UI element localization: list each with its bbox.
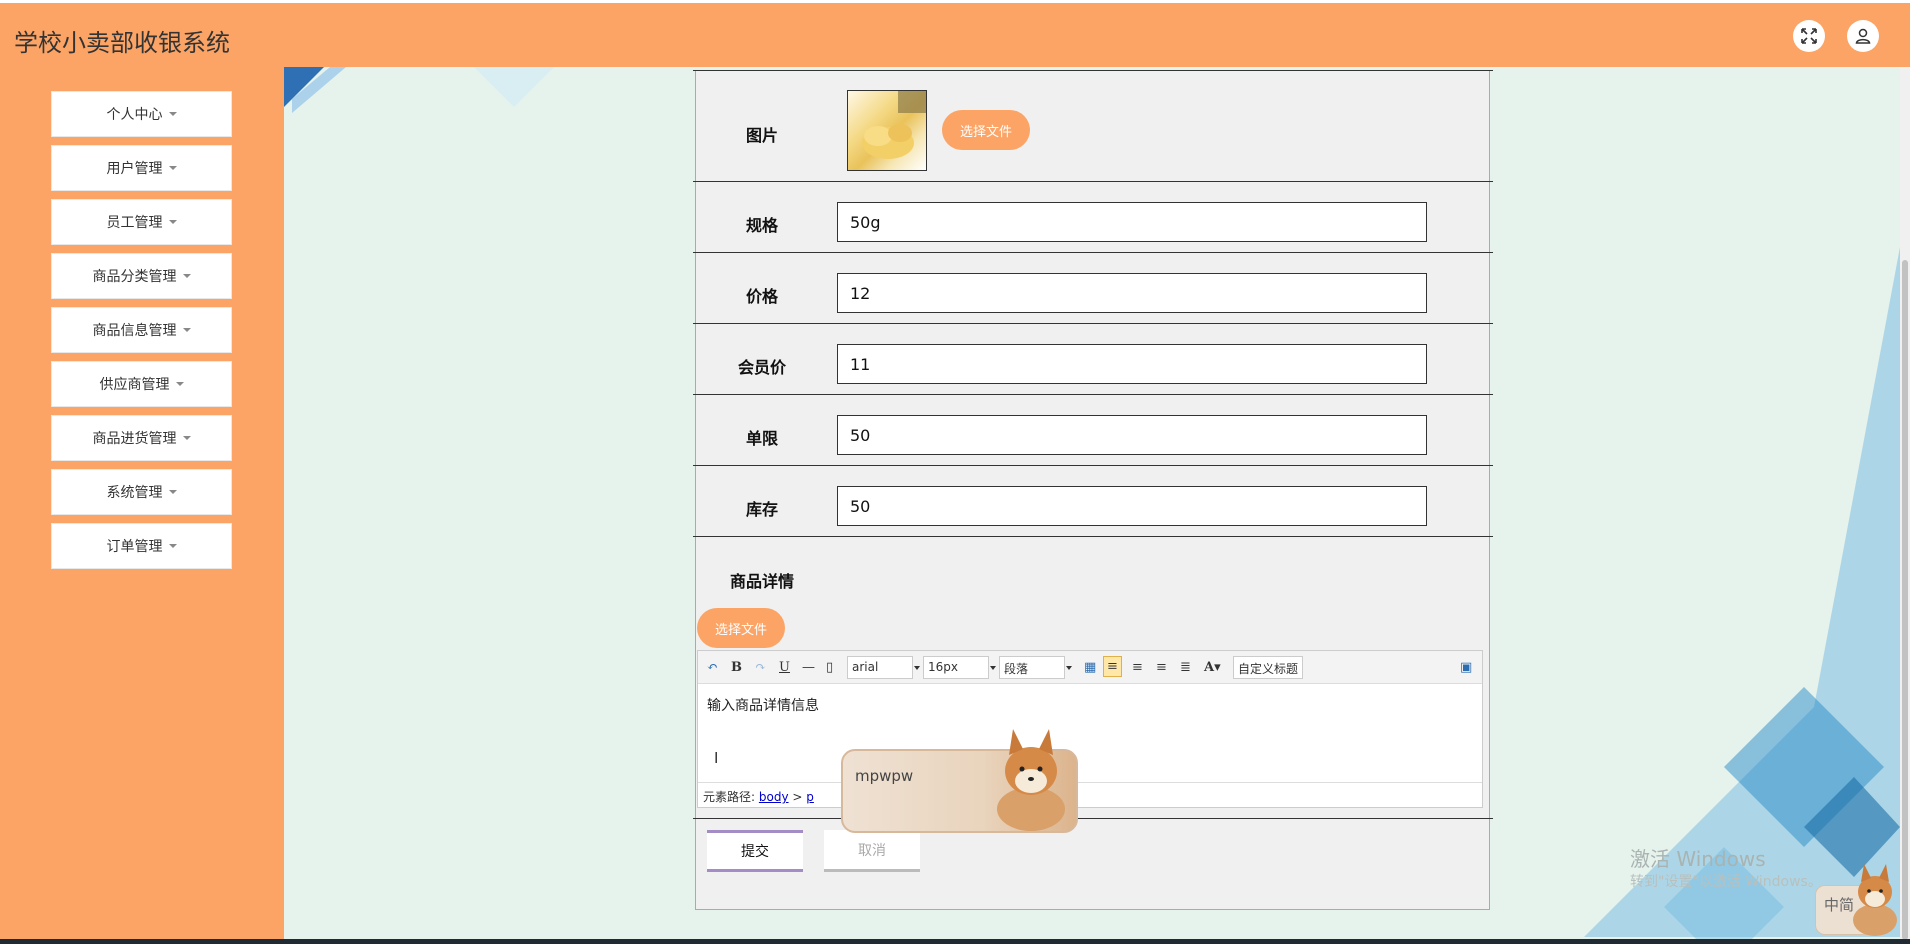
expand-icon xyxy=(1801,28,1817,44)
caret-down-icon xyxy=(168,166,177,170)
spec-label: 规格 xyxy=(745,216,778,235)
align-right-icon[interactable]: ≡ xyxy=(1132,660,1143,675)
top-header: 学校小卖部收银系统 xyxy=(0,0,1910,67)
scrollbar-thumb[interactable] xyxy=(1902,260,1908,940)
table-icon[interactable]: ▦ xyxy=(1084,660,1096,675)
dog-mascot-icon xyxy=(997,729,1065,831)
price-label: 价格 xyxy=(745,287,778,306)
choose-detail-file-button[interactable]: 选择文件 xyxy=(697,608,785,648)
sidebar-item-system[interactable]: 系统管理 xyxy=(51,469,232,515)
image-label: 图片 xyxy=(745,126,778,145)
taskbar-edge xyxy=(0,939,1910,944)
stock-label: 库存 xyxy=(745,500,778,519)
sidebar-item-label: 用户管理 xyxy=(106,161,163,177)
sidebar-item-staff[interactable]: 员工管理 xyxy=(51,199,232,245)
rich-text-editor: ↶ B ↷ U — ▯ arial 16px 段落 ▦ ≡ ≡ ≡ ≣ A▾ 自… xyxy=(697,650,1483,808)
path-separator: > xyxy=(792,790,803,804)
caret-down-icon xyxy=(175,382,184,386)
submit-label: 提交 xyxy=(741,844,769,860)
new-document-icon[interactable]: ▯ xyxy=(826,660,833,675)
divider xyxy=(693,536,1493,537)
bold-icon[interactable]: B xyxy=(731,660,742,675)
sidebar-item-label: 商品分类管理 xyxy=(92,269,177,285)
sidebar-item-users[interactable]: 用户管理 xyxy=(51,145,232,191)
divider xyxy=(693,323,1493,324)
sidebar-item-label: 个人中心 xyxy=(106,107,163,123)
user-icon xyxy=(1855,28,1871,44)
detail-label: 商品详情 xyxy=(729,572,794,591)
divider xyxy=(693,252,1493,253)
cancel-label: 取消 xyxy=(858,842,886,859)
watermark-line2: 转到"设置"以激活 Windows。 xyxy=(1630,874,1822,890)
align-justify-icon[interactable]: ≣ xyxy=(1180,660,1191,675)
member-price-input[interactable]: 11 xyxy=(837,344,1427,384)
sidebar-item-label: 供应商管理 xyxy=(99,377,170,393)
divider xyxy=(693,818,1493,819)
member-price-label: 会员价 xyxy=(737,358,786,377)
align-center-icon[interactable]: ≡ xyxy=(1156,660,1167,675)
path-link-p[interactable]: p xyxy=(806,790,814,804)
sidebar: 个人中心 用户管理 员工管理 商品分类管理 商品信息管理 供应商管理 商品进货管… xyxy=(0,67,284,944)
watermark-line1: 激活 Windows xyxy=(1630,847,1766,871)
caret-down-icon xyxy=(168,544,177,548)
sidebar-item-label: 订单管理 xyxy=(106,539,163,555)
underline-icon[interactable]: U xyxy=(779,660,790,675)
price-input[interactable]: 12 xyxy=(837,273,1427,313)
choose-image-file-button[interactable]: 选择文件 xyxy=(942,110,1030,150)
caret-down-icon xyxy=(182,328,191,332)
dog-mascot-small-icon xyxy=(1853,864,1897,936)
sidebar-item-purchasing[interactable]: 商品进货管理 xyxy=(51,415,232,461)
spec-input[interactable]: 50g xyxy=(837,202,1427,242)
editor-toolbar: ↶ B ↷ U — ▯ arial 16px 段落 ▦ ≡ ≡ ≡ ≣ A▾ 自… xyxy=(698,651,1482,684)
cancel-button[interactable]: 取消 xyxy=(824,830,920,872)
preview-icon[interactable]: ▣ xyxy=(1460,660,1472,675)
element-path-bar: 元素路径: body > p xyxy=(698,782,1482,807)
sidebar-item-product-info[interactable]: 商品信息管理 xyxy=(51,307,232,353)
fullscreen-button[interactable] xyxy=(1793,20,1825,52)
text-cursor-icon: I xyxy=(714,749,719,767)
limit-label: 单限 xyxy=(745,429,778,448)
sidebar-item-label: 员工管理 xyxy=(106,215,163,231)
font-color-icon[interactable]: A▾ xyxy=(1204,660,1221,675)
divider xyxy=(693,465,1493,466)
submit-button[interactable]: 提交 xyxy=(707,830,803,872)
sidebar-item-label: 系统管理 xyxy=(106,485,163,501)
divider xyxy=(693,181,1493,182)
divider xyxy=(693,70,1493,71)
ime-composition-popup: mpwpw xyxy=(841,729,1078,833)
caret-down-icon xyxy=(168,220,177,224)
paragraph-select[interactable]: 段落 xyxy=(999,656,1072,679)
sidebar-item-personal-center[interactable]: 个人中心 xyxy=(51,91,232,137)
app-title: 学校小卖部收银系统 xyxy=(14,29,230,57)
caret-down-icon xyxy=(168,112,177,116)
divider xyxy=(693,394,1493,395)
user-menu-button[interactable] xyxy=(1847,20,1879,52)
editor-content[interactable]: 输入商品详情信息 xyxy=(707,695,819,715)
caret-down-icon xyxy=(168,490,177,494)
sidebar-item-suppliers[interactable]: 供应商管理 xyxy=(51,361,232,407)
sidebar-item-label: 商品进货管理 xyxy=(92,431,177,447)
custom-title-select[interactable]: 自定义标题 xyxy=(1233,656,1303,679)
sidebar-item-category[interactable]: 商品分类管理 xyxy=(51,253,232,299)
caret-down-icon xyxy=(182,274,191,278)
ime-composition-text: mpwpw xyxy=(855,767,914,785)
limit-input[interactable]: 50 xyxy=(837,415,1427,455)
align-left-icon[interactable]: ≡ xyxy=(1103,656,1122,677)
font-family-select[interactable]: arial xyxy=(847,656,920,679)
product-image-thumbnail xyxy=(847,90,927,171)
sidebar-item-orders[interactable]: 订单管理 xyxy=(51,523,232,569)
redo-icon[interactable]: ↷ xyxy=(755,660,766,675)
stock-input[interactable]: 50 xyxy=(837,486,1427,526)
sidebar-item-label: 商品信息管理 xyxy=(92,323,177,339)
font-size-select[interactable]: 16px xyxy=(923,656,996,679)
undo-icon[interactable]: ↶ xyxy=(707,660,718,675)
element-path-label: 元素路径: xyxy=(703,790,756,804)
horizontal-rule-icon[interactable]: — xyxy=(802,660,815,675)
caret-down-icon xyxy=(182,436,191,440)
path-link-body[interactable]: body xyxy=(759,790,789,804)
